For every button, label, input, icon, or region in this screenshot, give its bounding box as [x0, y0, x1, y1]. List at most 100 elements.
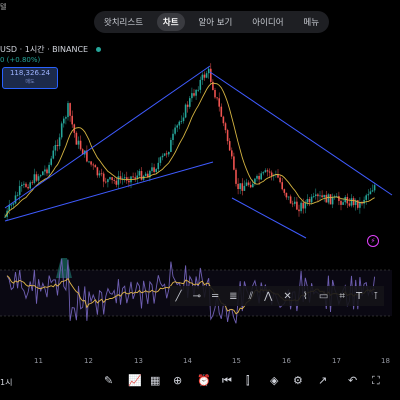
measure-icon[interactable]: ⊺ — [373, 291, 378, 302]
candle-body — [193, 93, 195, 96]
candle-body — [180, 121, 183, 122]
candle-body — [302, 202, 304, 209]
candles-icon[interactable]: ⫿ — [246, 374, 250, 388]
candle-body — [79, 140, 82, 150]
candle-body — [197, 89, 199, 91]
candle-body — [109, 177, 111, 180]
candle-body — [21, 184, 23, 187]
candle-body — [245, 182, 248, 186]
price-chart[interactable] — [0, 0, 400, 400]
x-axis-tick-label: 14 — [183, 357, 192, 365]
candle-body — [249, 184, 252, 188]
projection-icon[interactable]: ⌗ — [339, 291, 345, 302]
candle-body — [239, 183, 241, 190]
candle-body — [117, 176, 120, 185]
candle-body — [224, 123, 227, 131]
rsi-overbought-fill — [56, 258, 72, 278]
candle-body — [312, 196, 315, 197]
candle-body — [172, 133, 174, 140]
candle-body — [44, 169, 46, 172]
candle-body — [342, 202, 344, 205]
candle-body — [170, 139, 172, 153]
candle-body — [317, 194, 319, 197]
trend-icon[interactable]: ↗ — [318, 374, 327, 387]
candle-body — [96, 167, 99, 176]
candle-body — [18, 186, 21, 195]
candle-body — [256, 175, 258, 179]
candle-body — [16, 194, 19, 196]
text-icon[interactable]: T — [356, 291, 362, 302]
candle-body — [52, 150, 55, 159]
candle-body — [226, 130, 229, 142]
rectangle-icon[interactable]: ▭ — [319, 291, 328, 302]
x-axis-tick-label: 13 — [134, 357, 143, 365]
candle-body — [191, 93, 193, 99]
candle-body — [138, 171, 141, 176]
lightning-icon[interactable]: ⚡ — [367, 235, 379, 247]
candle-body — [48, 164, 50, 174]
candle-body — [201, 74, 204, 80]
candle-body — [287, 196, 290, 198]
candle-body — [304, 202, 307, 209]
timeframe-label[interactable]: 1시 — [0, 377, 12, 388]
candle-body — [268, 171, 271, 173]
candle-body — [77, 140, 80, 145]
pattern-icon[interactable]: ⋀ — [264, 291, 272, 302]
candle-body — [134, 177, 136, 179]
candle-body — [300, 202, 302, 212]
candle-body — [159, 157, 162, 163]
candle-body — [92, 164, 94, 166]
candle-body — [367, 194, 370, 196]
candle-body — [65, 117, 67, 119]
candles — [4, 63, 376, 220]
candle-body — [27, 186, 29, 189]
candle-body — [98, 173, 101, 176]
candle-body — [69, 103, 71, 116]
candle-body — [203, 74, 206, 78]
candle-body — [113, 180, 115, 181]
chart-icon[interactable]: 📈 — [128, 374, 142, 387]
candle-body — [294, 201, 296, 204]
layers-icon[interactable]: ◈ — [270, 374, 278, 387]
candle-body — [281, 182, 283, 190]
candle-body — [252, 183, 254, 188]
candle-body — [235, 169, 237, 184]
candle-body — [262, 172, 265, 174]
x-axis-tick-label: 15 — [232, 357, 241, 365]
candle-body — [102, 173, 105, 182]
candle-body — [340, 200, 342, 205]
fullscreen-icon[interactable]: ⛶ — [372, 374, 380, 388]
candle-body — [228, 141, 231, 151]
horizontal-ray-icon[interactable]: ⊸ — [193, 291, 201, 302]
candle-body — [163, 153, 166, 156]
candle-body — [298, 209, 300, 212]
channel-line-lower-1 — [4, 161, 214, 222]
x-axis-tick-label: 16 — [282, 357, 291, 365]
parallel-icon[interactable]: ⫽ — [249, 291, 253, 302]
candle-body — [321, 195, 323, 198]
settings-icon[interactable]: ⚙ — [293, 374, 303, 387]
candle-body — [218, 98, 220, 107]
candle-body — [155, 169, 157, 172]
plus-icon[interactable]: ⊕ — [173, 374, 182, 387]
candle-body — [58, 137, 61, 147]
calendar-icon[interactable]: ▦ — [150, 374, 160, 387]
pencil-icon[interactable]: ✎ — [104, 374, 113, 387]
x-axis-tick-label: 17 — [332, 357, 341, 365]
candle-body — [352, 198, 355, 206]
candle-body — [126, 177, 128, 181]
path-icon[interactable]: ⌇ — [303, 291, 308, 302]
candle-body — [144, 173, 147, 176]
fib-icon[interactable]: ≣ — [229, 291, 237, 302]
candle-body — [128, 180, 130, 183]
alarm-icon[interactable]: ⏰ — [197, 374, 211, 387]
undo-icon[interactable]: ↶ — [348, 374, 357, 387]
cross-icon[interactable]: ✕ — [283, 291, 291, 302]
candle-body — [331, 196, 334, 205]
bottom-toolbar: 1시 ✎ 📈 ▦ ⊕ ⏰ ⏮ ⫿ ◈ ⚙ ↗ ↶ ⛶ — [0, 370, 400, 394]
candle-body — [329, 194, 332, 205]
long-line-icon[interactable]: ═ — [212, 291, 218, 302]
candle-body — [157, 162, 160, 170]
replay-icon[interactable]: ⏮ — [222, 374, 232, 388]
trend-line-icon[interactable]: ╱ — [176, 291, 182, 302]
